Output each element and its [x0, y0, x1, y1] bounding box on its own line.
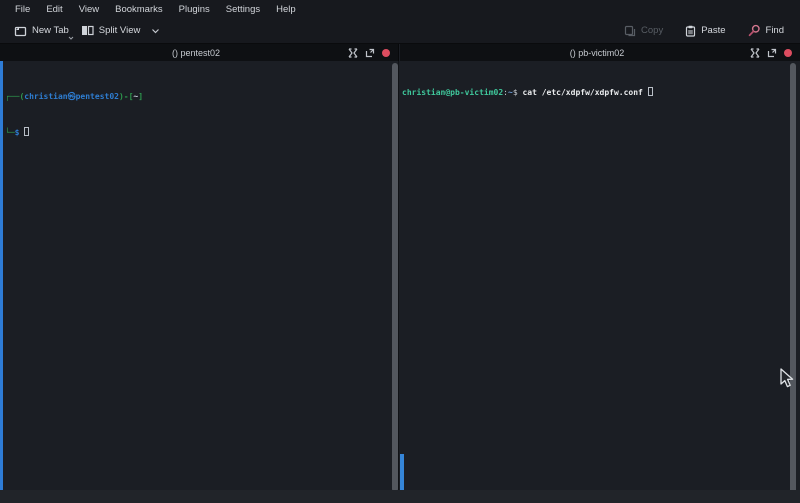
prompt-line-2: └─$ [5, 127, 388, 139]
left-pane-scrollbar[interactable] [392, 63, 398, 492]
detach-view-icon[interactable] [767, 48, 777, 58]
paste-button[interactable]: Paste [679, 21, 731, 41]
paste-label: Paste [701, 25, 725, 36]
menu-file[interactable]: File [8, 2, 37, 17]
new-tab-label: New Tab [32, 25, 69, 36]
chevron-down-icon [151, 28, 160, 34]
find-icon [748, 24, 761, 37]
new-tab-dropdown-caret-icon [68, 36, 74, 40]
new-tab-button[interactable]: New Tab [8, 21, 75, 41]
copy-label: Copy [641, 25, 663, 36]
menu-edit[interactable]: Edit [39, 2, 69, 17]
menu-help[interactable]: Help [269, 2, 303, 17]
split-view-label: Split View [99, 25, 141, 36]
menu-bookmarks[interactable]: Bookmarks [108, 2, 170, 17]
menu-settings[interactable]: Settings [219, 2, 267, 17]
right-pane-scroll-marker [400, 454, 404, 492]
prompt-line-1: ┌──(christian㉿pentest02)-[~] [5, 91, 388, 103]
terminal-cursor [648, 87, 653, 96]
copy-button[interactable]: Copy [618, 21, 669, 41]
konsole-window: File Edit View Bookmarks Plugins Setting… [0, 0, 800, 503]
pane-title: () pb-victim02 [400, 48, 750, 58]
find-button[interactable]: Find [742, 20, 790, 41]
mouse-pointer-icon [779, 368, 795, 390]
left-pane-focus-bar [0, 61, 3, 490]
detach-view-icon[interactable] [365, 48, 375, 58]
pane-title: () pentest02 [0, 48, 348, 58]
toolbar-right-group: Copy Paste [618, 20, 800, 41]
prompt-line: christian@pb-victim02:~$ cat /etc/xdpfw/… [402, 87, 790, 99]
window-bottom-edge [0, 490, 800, 503]
terminal-cursor [24, 127, 29, 136]
close-view-button[interactable] [784, 49, 792, 57]
menu-plugins[interactable]: Plugins [172, 2, 217, 17]
pane-header-buttons [750, 48, 800, 58]
right-pane-scrollbar[interactable] [790, 63, 796, 497]
copy-icon [624, 25, 636, 37]
menubar: File Edit View Bookmarks Plugins Setting… [0, 0, 800, 18]
maximize-view-icon[interactable] [750, 48, 760, 58]
toolbar: New Tab Split View [0, 18, 800, 44]
maximize-view-icon[interactable] [348, 48, 358, 58]
close-view-button[interactable] [382, 49, 390, 57]
terminal-pentest02[interactable]: ┌──(christian㉿pentest02)-[~] └─$ [0, 61, 399, 490]
find-label: Find [766, 25, 784, 36]
pane-header-buttons [348, 48, 398, 58]
new-tab-icon [14, 25, 27, 37]
pane-header-pb-victim02: () pb-victim02 [400, 44, 800, 61]
menu-view[interactable]: View [72, 2, 106, 17]
paste-icon [685, 25, 696, 37]
split-view-icon [81, 25, 94, 36]
pane-header-pentest02: () pentest02 [0, 44, 399, 61]
terminal-pb-victim02[interactable]: christian@pb-victim02:~$ cat /etc/xdpfw/… [400, 61, 800, 490]
split-view-button[interactable]: Split View [75, 21, 167, 40]
